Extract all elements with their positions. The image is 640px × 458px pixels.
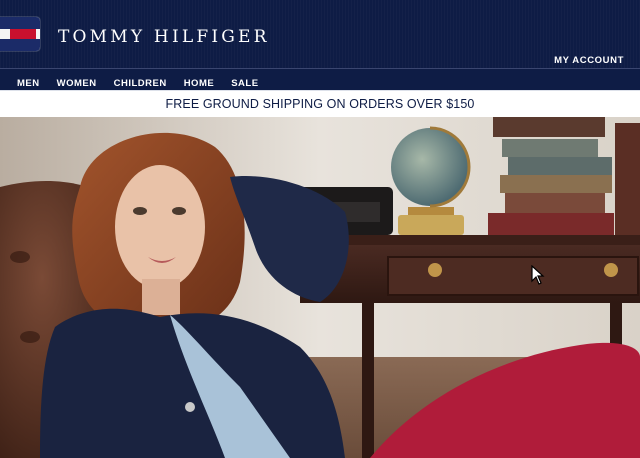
face bbox=[115, 165, 205, 289]
book-6 bbox=[488, 213, 614, 235]
eye-right bbox=[172, 207, 186, 215]
book-2 bbox=[502, 139, 598, 157]
nav-link-children[interactable]: CHILDREN bbox=[114, 78, 167, 89]
nav-item-sale: SALE bbox=[231, 73, 258, 91]
hero-image[interactable] bbox=[0, 117, 640, 458]
nav-list: MEN WOMEN CHILDREN HOME SALE bbox=[17, 73, 276, 91]
book-4 bbox=[500, 175, 612, 193]
chair-tuft-2 bbox=[20, 331, 40, 343]
neck bbox=[142, 279, 180, 315]
hero-photo-illustration bbox=[0, 117, 640, 458]
flag-stripe-red bbox=[10, 29, 36, 39]
nav-link-men[interactable]: MEN bbox=[17, 78, 40, 89]
desk-leg-left bbox=[362, 302, 374, 458]
flag-stripe-top bbox=[0, 17, 40, 29]
nav-item-children: CHILDREN bbox=[114, 73, 167, 91]
picture-frame bbox=[615, 123, 640, 235]
nav-link-women[interactable]: WOMEN bbox=[57, 78, 97, 89]
my-account-link[interactable]: MY ACCOUNT bbox=[554, 55, 624, 66]
drawer-knob-left bbox=[428, 263, 442, 277]
site-header: TOMMY HILFIGER MY ACCOUNT bbox=[0, 0, 640, 68]
mouse-cursor-icon bbox=[531, 265, 545, 285]
eye-left bbox=[133, 207, 147, 215]
drawer-knob-right bbox=[604, 263, 618, 277]
brand-wordmark[interactable]: TOMMY HILFIGER bbox=[58, 27, 270, 47]
flag-stripe-bottom bbox=[0, 39, 40, 51]
nav-link-sale[interactable]: SALE bbox=[231, 78, 258, 89]
cardigan-button bbox=[185, 402, 195, 412]
flag-stripe-white bbox=[0, 29, 10, 39]
globe-base bbox=[398, 215, 464, 235]
nav-link-home[interactable]: HOME bbox=[184, 78, 215, 89]
desk-drawer bbox=[387, 256, 639, 296]
brand-flag-logo[interactable] bbox=[0, 17, 40, 51]
main-nav: MEN WOMEN CHILDREN HOME SALE bbox=[0, 68, 640, 90]
chair-tuft-1 bbox=[10, 251, 30, 263]
book-1 bbox=[493, 117, 605, 137]
book-3 bbox=[508, 157, 612, 175]
nav-item-home: HOME bbox=[184, 73, 215, 91]
nav-item-women: WOMEN bbox=[57, 73, 97, 91]
promo-text[interactable]: FREE GROUND SHIPPING ON ORDERS OVER $150 bbox=[166, 97, 475, 111]
promo-banner[interactable]: FREE GROUND SHIPPING ON ORDERS OVER $150 bbox=[0, 90, 640, 117]
globe-stand bbox=[408, 207, 454, 215]
book-5 bbox=[505, 193, 605, 213]
nav-item-men: MEN bbox=[17, 73, 40, 91]
